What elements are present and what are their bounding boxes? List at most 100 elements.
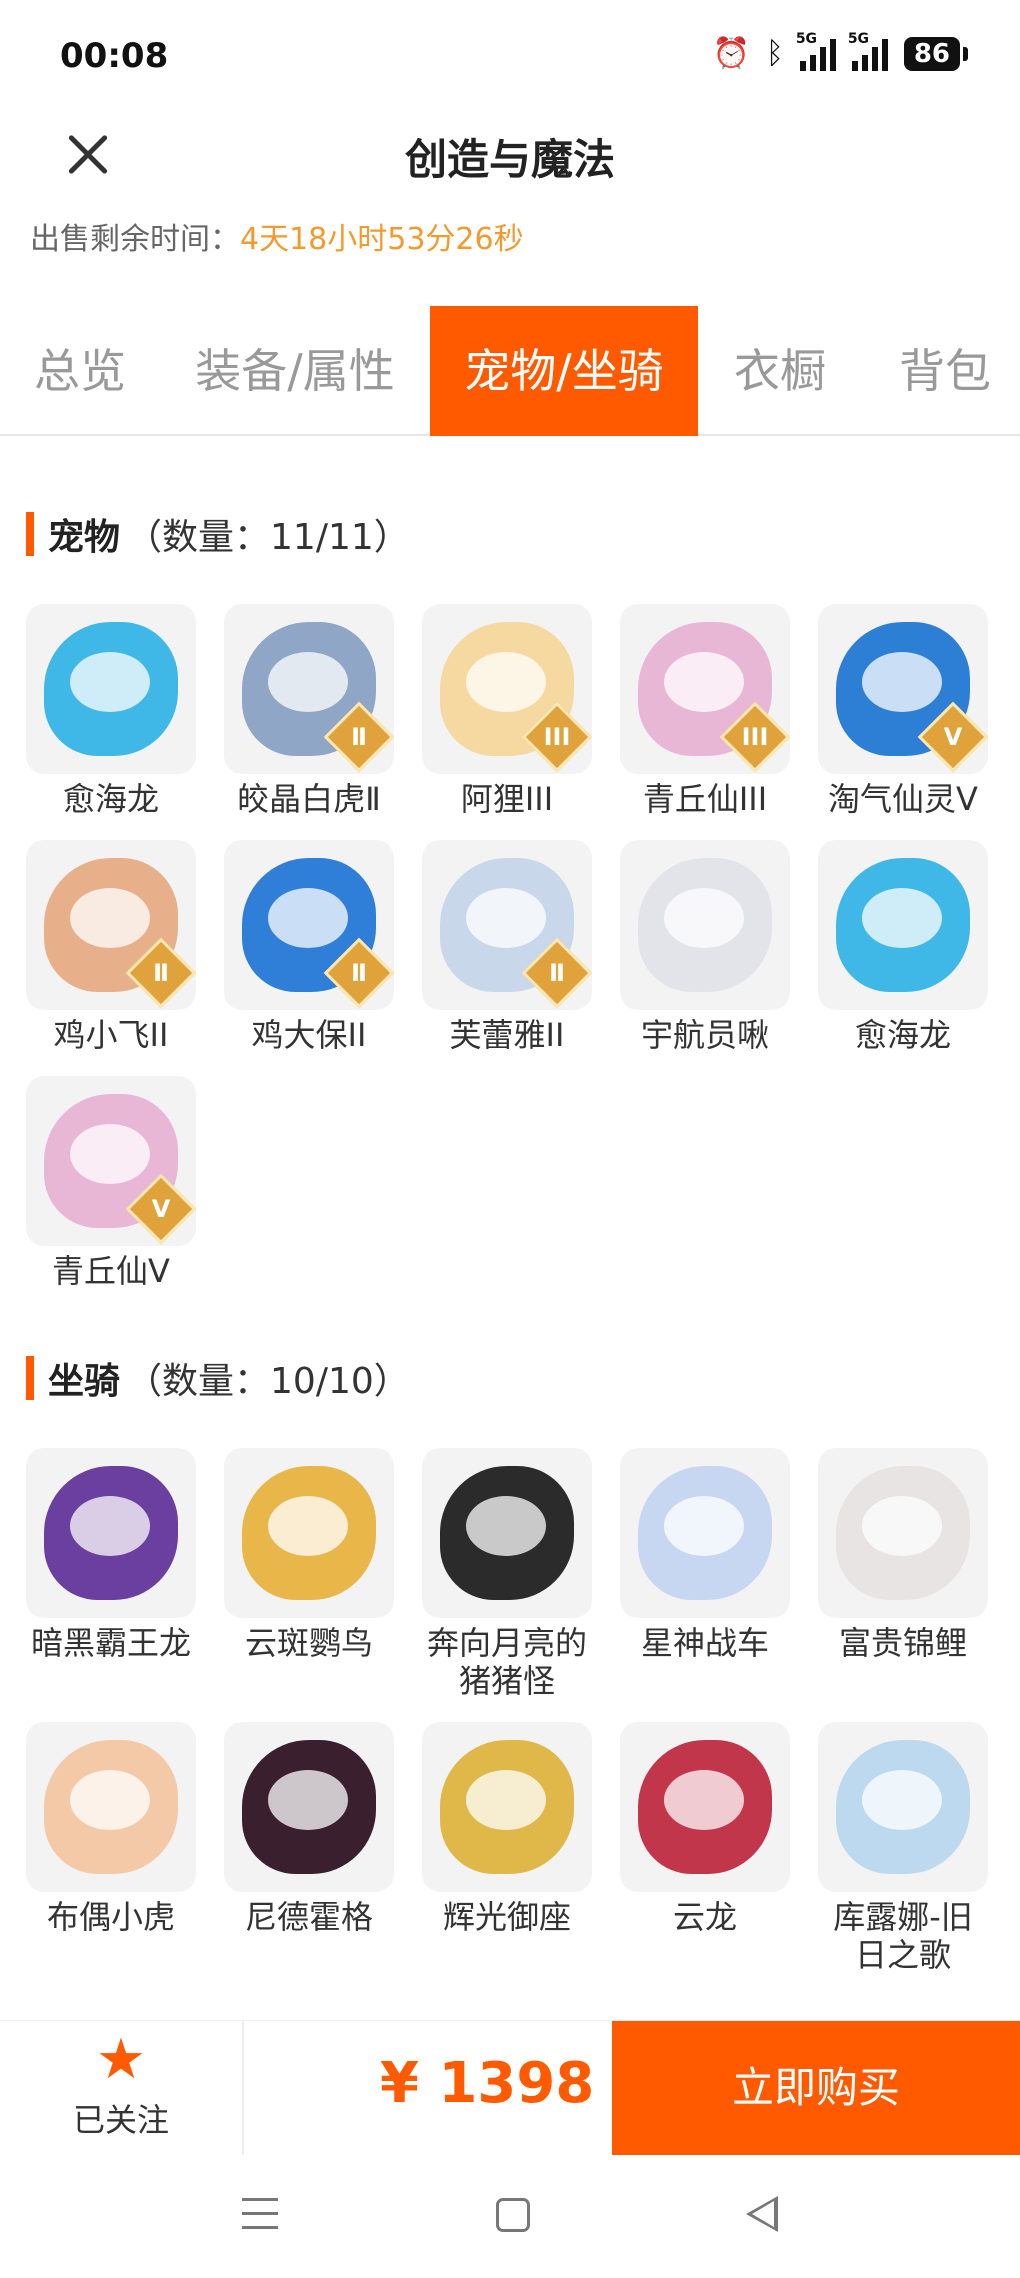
network-type: 5G <box>795 30 818 47</box>
mount-card[interactable]: 布偶小虎 <box>26 1722 196 1936</box>
follow-label: 已关注 <box>72 2101 169 2139</box>
mounts-count: （数量：10/10） <box>126 1361 410 1402</box>
mount-image <box>422 1722 592 1892</box>
mount-image-highlight <box>862 1770 942 1830</box>
mount-name: 尼德霍格 <box>244 1898 373 1936</box>
mount-image-highlight <box>862 1496 942 1556</box>
pet-name: 青丘仙V <box>52 1252 170 1290</box>
pet-image-highlight <box>70 1124 150 1184</box>
nav-menu-icon[interactable] <box>242 2198 278 2234</box>
mount-image <box>26 1722 196 1892</box>
pet-card[interactable]: III 青丘仙III <box>620 604 790 818</box>
mount-image <box>26 1448 196 1618</box>
pet-name: 皎晶白虎Ⅱ <box>237 780 381 818</box>
mount-card[interactable]: 云龙 <box>620 1722 790 1936</box>
mount-image-highlight <box>664 1496 744 1556</box>
mount-card[interactable]: 云斑鹦鸟 <box>224 1448 394 1662</box>
pet-card[interactable]: 宇航员啾 <box>620 840 790 1054</box>
tab-equipment[interactable]: 装备/属性 <box>170 306 420 436</box>
pet-image: III <box>620 604 790 774</box>
mounts-grid: 暗黑霸王龙 云斑鹦鸟 奔向月亮的猪猪怪 星神战车 富贵锦鲤布偶小虎 尼德霍格 辉光御座 云龙 库… <box>26 1448 996 1988</box>
pet-image <box>26 604 196 774</box>
tier-badge-label: Ⅱ <box>351 959 367 987</box>
pet-name: 淘气仙灵V <box>828 780 978 818</box>
mount-card[interactable]: 暗黑霸王龙 <box>26 1448 196 1662</box>
sale-remaining-time: 出售剩余时间：4天18小时53分26秒 <box>30 214 524 258</box>
pets-count: （数量：11/11） <box>126 517 410 558</box>
pet-name: 愈海龙 <box>854 1016 951 1054</box>
mount-image <box>422 1448 592 1618</box>
pet-image <box>620 840 790 1010</box>
pet-card[interactable]: V 淘气仙灵V <box>818 604 988 818</box>
pet-image: Ⅱ <box>224 604 394 774</box>
buy-now-button[interactable]: 立即购买 <box>612 2021 1020 2155</box>
mount-card[interactable]: 富贵锦鲤 <box>818 1448 988 1662</box>
tab-wardrobe[interactable]: 衣橱 <box>700 306 860 436</box>
mount-image-highlight <box>70 1496 150 1556</box>
mount-card[interactable]: 库露娜-旧日之歌 <box>818 1722 988 1974</box>
mount-image <box>818 1722 988 1892</box>
follow-button[interactable]: ★ 已关注 <box>0 2021 244 2155</box>
pet-name: 鸡小飞II <box>53 1016 169 1054</box>
pet-card[interactable]: 愈海龙 <box>818 840 988 1054</box>
header: 创造与魔法 <box>0 110 1020 220</box>
nav-back-icon[interactable] <box>746 2196 778 2232</box>
pet-card[interactable]: III 阿狸III <box>422 604 592 818</box>
mount-name: 辉光御座 <box>442 1898 571 1936</box>
signal-icon-2: 5G <box>848 31 888 71</box>
mount-image-highlight <box>268 1496 348 1556</box>
mount-name: 库露娜-旧日之歌 <box>833 1898 973 1974</box>
pet-image-highlight <box>70 652 150 712</box>
tier-badge-label: V <box>943 723 963 751</box>
status-bar: 00:08 ⏰ ᛒ 5G 5G 86 <box>0 0 1020 118</box>
tier-badge-label: Ⅱ <box>549 959 565 987</box>
tab-pets-mounts[interactable]: 宠物/坐骑 <box>430 306 698 436</box>
pet-card[interactable]: Ⅱ 鸡小飞II <box>26 840 196 1054</box>
pet-card[interactable]: Ⅱ 芙蕾雅II <box>422 840 592 1054</box>
pet-name: 鸡大保II <box>251 1016 367 1054</box>
mount-card[interactable]: 星神战车 <box>620 1448 790 1662</box>
tab-bar: 总览 装备/属性 宠物/坐骑 衣橱 背包 <box>0 306 1020 436</box>
pet-name: 阿狸III <box>460 780 554 818</box>
tier-badge-label: III <box>543 723 571 751</box>
mounts-section-title: 坐骑 （数量：10/10） <box>26 1352 410 1404</box>
mount-image-highlight <box>70 1770 150 1830</box>
nav-home-icon[interactable] <box>496 2198 530 2232</box>
pet-card[interactable]: V 青丘仙V <box>26 1076 196 1290</box>
mount-image-highlight <box>664 1770 744 1830</box>
network-type-2: 5G <box>847 30 870 47</box>
tab-backpack[interactable]: 背包 <box>870 306 1020 436</box>
tier-badge-label: V <box>151 1195 171 1223</box>
mount-name: 布偶小虎 <box>46 1898 175 1936</box>
pet-image-highlight <box>70 888 150 948</box>
mount-image <box>818 1448 988 1618</box>
pets-grid: 愈海龙 Ⅱ 皎晶白虎Ⅱ III 阿狸III III 青丘仙III V 淘气仙灵V Ⅱ 鸡小飞II Ⅱ 鸡… <box>26 604 996 1290</box>
pet-image-highlight <box>664 888 744 948</box>
pet-image-highlight <box>268 652 348 712</box>
section-accent-bar <box>26 1356 34 1400</box>
status-time: 00:08 <box>60 36 169 76</box>
pet-name: 宇航员啾 <box>640 1016 769 1054</box>
pet-image-highlight <box>268 888 348 948</box>
mount-card[interactable]: 辉光御座 <box>422 1722 592 1936</box>
pet-card[interactable]: 愈海龙 <box>26 604 196 818</box>
battery-icon: 86 <box>903 36 969 71</box>
mount-image-highlight <box>466 1496 546 1556</box>
status-icons: ⏰ ᛒ 5G 5G 86 <box>712 31 969 71</box>
star-icon: ★ <box>95 2027 147 2092</box>
system-nav-bar <box>0 2160 1020 2278</box>
bottom-bar: ★ 已关注 ¥ 1398 立即购买 <box>0 2020 1020 2155</box>
mount-card[interactable]: 奔向月亮的猪猪怪 <box>422 1448 592 1700</box>
pet-image-highlight <box>466 888 546 948</box>
mount-card[interactable]: 尼德霍格 <box>224 1722 394 1936</box>
mount-image <box>224 1448 394 1618</box>
pet-image: V <box>818 604 988 774</box>
tab-overview[interactable]: 总览 <box>0 306 160 436</box>
mounts-title: 坐骑 <box>48 1361 121 1402</box>
pet-card[interactable]: Ⅱ 皎晶白虎Ⅱ <box>224 604 394 818</box>
bluetooth-icon: ᛒ <box>765 36 784 71</box>
mount-name: 奔向月亮的猪猪怪 <box>426 1624 587 1700</box>
pet-card[interactable]: Ⅱ 鸡大保II <box>224 840 394 1054</box>
mount-image-highlight <box>466 1770 546 1830</box>
mount-image <box>620 1448 790 1618</box>
